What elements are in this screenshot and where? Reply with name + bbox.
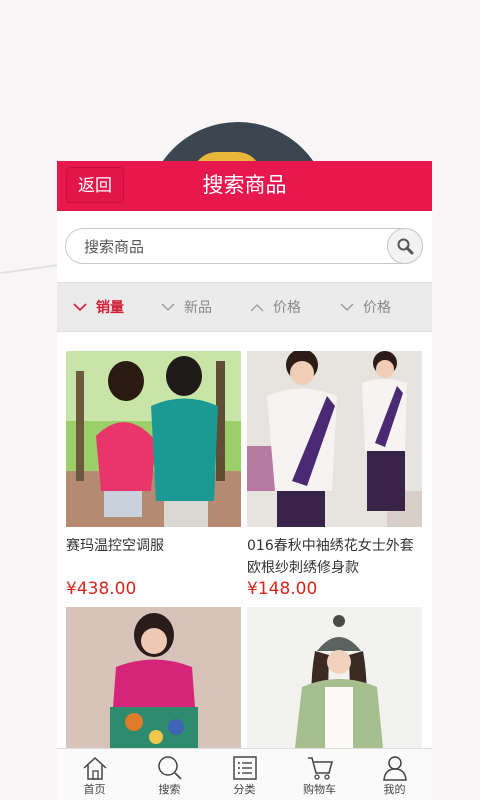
- tab-cart-label: 购物车: [303, 783, 336, 796]
- tab-cart[interactable]: 购物车: [282, 749, 357, 800]
- product-card[interactable]: 016春秋中袖绣花女士外套欧根纱刺绣修身款 ¥148.00: [247, 351, 422, 601]
- search-box: [65, 228, 423, 265]
- user-icon: [383, 756, 407, 781]
- bottom-tab-bar: 首页 搜索 分类 购物车 我的: [57, 748, 432, 800]
- search-icon: [158, 756, 182, 780]
- product-price: ¥148.00: [247, 579, 318, 599]
- search-input[interactable]: [82, 229, 386, 265]
- home-icon: [83, 756, 107, 780]
- tab-home-label: 首页: [83, 783, 106, 796]
- chevron-down-icon: [340, 303, 354, 311]
- sort-price-asc[interactable]: 价格: [250, 283, 301, 331]
- background-decoration: [0, 263, 60, 275]
- tab-search[interactable]: 搜索: [132, 749, 207, 800]
- product-name[interactable]: 016春秋中袖绣花女士外套欧根纱刺绣修身款: [247, 535, 425, 579]
- tab-search-label: 搜索: [158, 783, 181, 796]
- search-icon: [397, 238, 414, 255]
- cart-icon: [308, 757, 333, 780]
- header-bar: 搜索商品 返回: [57, 161, 432, 211]
- product-card[interactable]: 赛玛温控空调服 ¥438.00: [66, 351, 241, 601]
- search-button[interactable]: [387, 228, 423, 264]
- search-page-panel: 搜索商品 返回 销量 新品 价格 价格: [57, 161, 432, 800]
- tab-category-label: 分类: [233, 783, 256, 796]
- product-price: ¥438.00: [66, 579, 137, 599]
- product-image[interactable]: [66, 607, 241, 748]
- tab-home[interactable]: 首页: [57, 749, 132, 800]
- tab-mine[interactable]: 我的: [357, 749, 432, 800]
- sort-new-label: 新品: [184, 300, 212, 316]
- chevron-down-icon: [73, 302, 87, 311]
- product-name[interactable]: 赛玛温控空调服: [66, 535, 244, 557]
- sort-price-desc[interactable]: 价格: [340, 283, 391, 331]
- sort-price-asc-label: 价格: [273, 300, 301, 316]
- chevron-down-icon: [161, 303, 175, 311]
- sort-new[interactable]: 新品: [161, 283, 212, 331]
- sort-bar: 销量 新品 价格 价格: [57, 282, 432, 332]
- product-image[interactable]: [247, 607, 422, 748]
- list-icon: [233, 756, 257, 780]
- chevron-up-icon: [250, 303, 264, 311]
- tab-mine-label: 我的: [383, 783, 406, 796]
- product-card[interactable]: [247, 607, 422, 748]
- sort-price-desc-label: 价格: [363, 300, 391, 316]
- product-image[interactable]: [247, 351, 422, 527]
- sort-sales-label: 销量: [96, 300, 124, 316]
- product-card[interactable]: [66, 607, 241, 748]
- product-image[interactable]: [66, 351, 241, 527]
- back-button[interactable]: 返回: [66, 167, 124, 203]
- sort-sales[interactable]: 销量: [73, 283, 124, 331]
- tab-category[interactable]: 分类: [207, 749, 282, 800]
